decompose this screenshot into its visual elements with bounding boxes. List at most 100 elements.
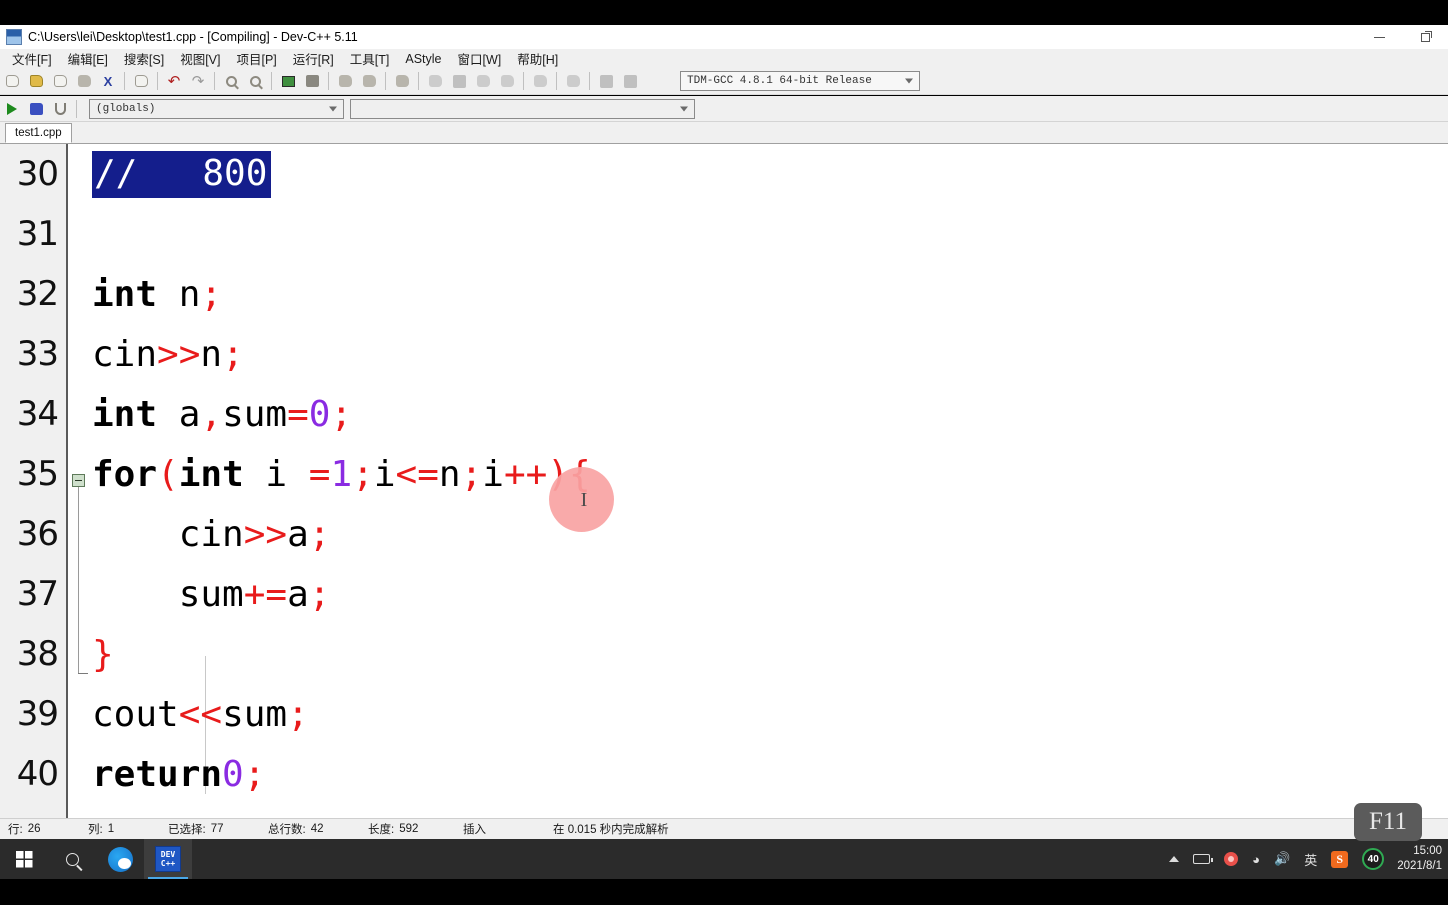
battery-percent-value: 40 [1362, 848, 1385, 870]
tray-volume-icon[interactable]: 🔊 [1274, 851, 1290, 867]
line-number: 33 [16, 334, 59, 374]
code-line-row: 38 } [0, 624, 1448, 684]
taskbar-clock[interactable]: 15:00 2021/8/1 [1397, 844, 1442, 874]
main-toolbar: X ↶ ↷ TDM-GCC 4.8.1 64-bit Release [0, 68, 1448, 95]
clock-date: 2021/8/1 [1397, 860, 1442, 872]
tray-wifi-icon[interactable]: ◕ [1252, 852, 1260, 867]
line-number: 35 [16, 454, 59, 494]
project-options-icon[interactable] [529, 70, 551, 92]
menu-view[interactable]: 视图[V] [172, 48, 228, 69]
restore-button[interactable] [1402, 25, 1448, 49]
code-text[interactable]: cin >> a; [92, 504, 331, 564]
code-text[interactable]: } [92, 624, 114, 684]
windows-taskbar: DEV C++ ◕ 🔊 英 S 40 15:00 2021/8/1 [0, 839, 1448, 879]
menu-search[interactable]: 搜索[S] [116, 48, 172, 69]
chevron-down-icon [905, 78, 913, 84]
profile-icon[interactable] [472, 70, 494, 92]
code-text[interactable]: for(int i = 1;i<=n;i++){ [92, 444, 591, 504]
menu-project[interactable]: 项目[P] [228, 48, 284, 69]
menu-tools[interactable]: 工具[T] [342, 48, 398, 69]
menu-window[interactable]: 窗口[W] [450, 48, 510, 69]
status-col-value: 1 [107, 823, 115, 835]
toolbar-divider [328, 72, 329, 90]
close-file-icon[interactable]: X [97, 70, 119, 92]
status-selected-value: 77 [210, 823, 224, 835]
class-browser-icon[interactable] [25, 98, 47, 120]
compile-icon[interactable] [334, 70, 356, 92]
save-all-icon[interactable] [73, 70, 95, 92]
open-file-icon[interactable] [25, 70, 47, 92]
taskbar-qq-browser-button[interactable] [96, 839, 144, 879]
stop-icon[interactable] [595, 70, 617, 92]
code-line-row: 33 cin >> n; [0, 324, 1448, 384]
code-text[interactable]: return 0; [92, 744, 265, 804]
member-select[interactable] [350, 98, 695, 119]
tab-test1-cpp[interactable]: test1.cpp [5, 123, 72, 143]
start-button[interactable] [0, 839, 48, 879]
status-row-label: 行: [8, 824, 23, 836]
code-text[interactable]: int n; [92, 264, 222, 324]
close-x-glyph: X [103, 73, 113, 89]
status-col-label: 列: [88, 824, 103, 836]
step-back-icon[interactable] [562, 70, 584, 92]
undo-icon[interactable]: ↶ [163, 70, 185, 92]
code-editor[interactable]: 30 // 800 31 32 int n; 33 cin >> n; 34 int… [0, 144, 1448, 818]
tray-expand-button[interactable] [1169, 856, 1180, 862]
tray-ime-icon[interactable]: 英 [1304, 850, 1317, 869]
tray-battery-icon[interactable] [1193, 854, 1213, 864]
app-icon [6, 29, 22, 45]
pause-icon[interactable] [619, 70, 641, 92]
status-length: 长度: 592 [368, 821, 463, 837]
redo-icon[interactable]: ↷ [187, 70, 209, 92]
code-text[interactable]: // 800 [92, 144, 272, 204]
goto-line-icon[interactable] [277, 70, 299, 92]
windows-logo-icon [15, 850, 33, 868]
code-text[interactable]: int a, sum = 0; [92, 384, 352, 444]
compile-run-icon[interactable] [391, 70, 413, 92]
toolbar-divider [556, 72, 557, 90]
taskbar-search-button[interactable] [48, 839, 96, 879]
tray-battery-percent-badge[interactable]: 40 [1362, 848, 1385, 870]
status-col: 列: 1 [88, 821, 168, 837]
desktop-root: C:\Users\lei\Desktop\test1.cpp - [Compil… [0, 0, 1448, 905]
print-icon[interactable] [130, 70, 152, 92]
code-lines: 30 // 800 31 32 int n; 33 cin >> n; 34 int… [0, 144, 1448, 804]
compiler-select[interactable]: TDM-GCC 4.8.1 64-bit Release [680, 71, 920, 91]
toolbar-divider [523, 72, 524, 90]
toolbar-divider [124, 72, 125, 90]
astyle-format-icon[interactable] [49, 98, 71, 120]
debug-icon[interactable] [448, 70, 470, 92]
chevron-down-icon [680, 106, 688, 111]
tray-sogou-icon[interactable]: S [1331, 850, 1349, 868]
code-line-row: 34 int a, sum = 0; [0, 384, 1448, 444]
new-file-icon[interactable] [1, 70, 23, 92]
taskbar-devcpp-button[interactable]: DEV C++ [144, 839, 192, 879]
minimize-button[interactable] [1356, 25, 1402, 49]
rebuild-icon[interactable] [424, 70, 446, 92]
code-text[interactable]: cin >> n; [92, 324, 244, 384]
execute-icon[interactable] [1, 98, 23, 120]
status-selected: 已选择: 77 [168, 821, 268, 837]
syntax-check-icon[interactable] [496, 70, 518, 92]
sogou-glyph: S [1331, 850, 1349, 868]
run-icon[interactable] [358, 70, 380, 92]
tray-flower-icon[interactable] [1224, 852, 1239, 866]
toolbar-divider [385, 72, 386, 90]
save-file-icon[interactable] [49, 70, 71, 92]
menu-edit[interactable]: 编辑[E] [60, 48, 116, 69]
find-icon[interactable] [220, 70, 242, 92]
menu-run[interactable]: 运行[R] [285, 48, 342, 69]
code-text[interactable]: sum += a; [92, 564, 331, 624]
toolbar-divider [418, 72, 419, 90]
devcpp-icon: DEV C++ [155, 846, 181, 872]
scope-select[interactable]: (globals) [89, 98, 344, 119]
toolbar-divider [157, 72, 158, 90]
menu-file[interactable]: 文件[F] [4, 48, 60, 69]
devcpp-icon-bottom: C++ [160, 859, 176, 868]
menu-help[interactable]: 帮助[H] [509, 48, 566, 69]
window-titlebar: C:\Users\lei\Desktop\test1.cpp - [Compil… [0, 25, 1448, 49]
code-text[interactable]: cout << sum; [92, 684, 309, 744]
find-next-icon[interactable] [244, 70, 266, 92]
menu-astyle[interactable]: AStyle [397, 51, 449, 67]
replace-icon[interactable] [301, 70, 323, 92]
